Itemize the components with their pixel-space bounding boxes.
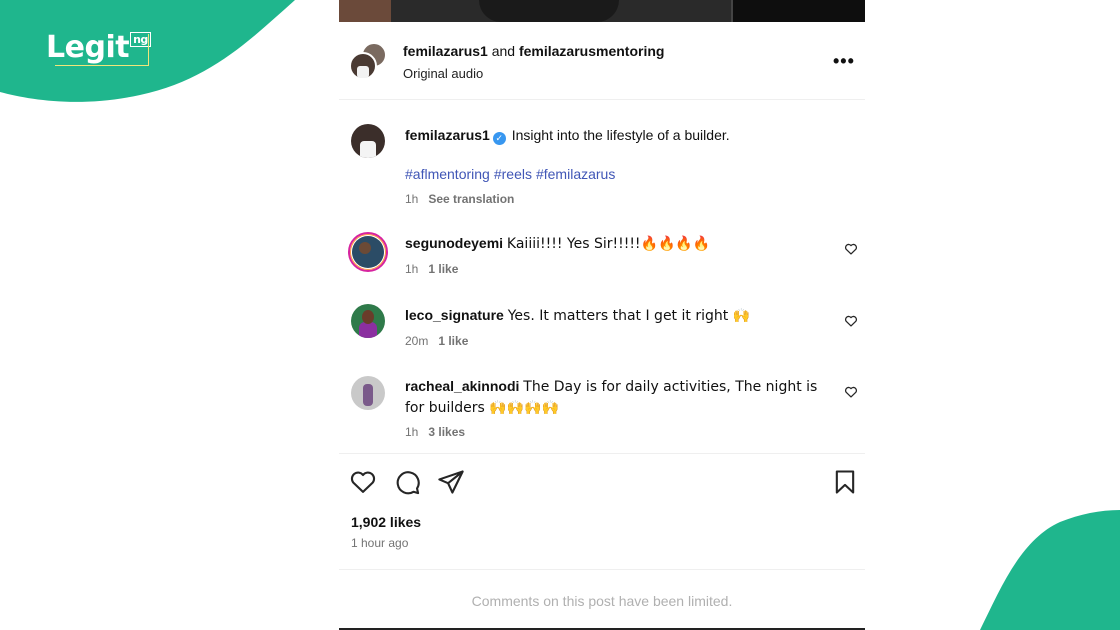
author-link-2[interactable]: femilazarusmentoring <box>519 43 664 59</box>
comment-likes[interactable]: 1 like <box>438 334 468 348</box>
like-heart-icon[interactable] <box>349 468 377 496</box>
verified-badge-icon: ✓ <box>492 132 506 145</box>
caption: femilazarus1 ✓ Insight into the lifestyle… <box>405 127 730 145</box>
comment: racheal_akinnodi The Day is for daily ac… <box>405 376 825 418</box>
hashtag-link[interactable]: #aflmentoring <box>405 166 490 182</box>
comment-meta: 1h 1 like <box>405 262 468 276</box>
post-authors: femilazarus1 and femilazarusmentoring <box>403 43 664 59</box>
comment-time: 1h <box>405 262 419 276</box>
hashtags: #aflmentoring #reels #femilazarus <box>405 166 619 182</box>
post-header: femilazarus1 and femilazarusmentoring Or… <box>339 22 865 100</box>
hashtag-link[interactable]: #reels <box>494 166 532 182</box>
bookmark-save-icon[interactable] <box>831 468 859 496</box>
comment-username[interactable]: leco_signature <box>405 307 504 323</box>
post-timestamp: 1 hour ago <box>351 536 409 550</box>
caption-username[interactable]: femilazarus1 <box>405 127 490 143</box>
divider <box>339 453 865 454</box>
caption-time: 1h <box>405 192 419 206</box>
comment-like-heart-icon[interactable] <box>844 314 858 328</box>
comment-like-heart-icon[interactable] <box>844 385 858 399</box>
comment-likes[interactable]: 1 like <box>428 262 458 276</box>
caption-avatar[interactable] <box>351 124 385 158</box>
comments-limited-notice: Comments on this post have been limited. <box>471 593 733 609</box>
comment-username[interactable]: segunodeyemi <box>405 235 503 251</box>
comment-meta: 1h 3 likes <box>405 425 475 439</box>
brand-shape-bottom-right <box>980 510 1120 630</box>
comment-likes[interactable]: 3 likes <box>428 425 465 439</box>
comment-meta: 20m 1 like <box>405 334 478 348</box>
instagram-post-panel: femilazarus1 and femilazarusmentoring Or… <box>339 0 865 630</box>
comment-bubble-icon[interactable] <box>393 468 421 496</box>
comment-avatar[interactable] <box>351 376 385 410</box>
see-translation-link[interactable]: See translation <box>428 192 514 206</box>
video-preview-strip <box>339 0 865 22</box>
comment-avatar[interactable] <box>348 232 388 272</box>
comment-time: 20m <box>405 334 429 348</box>
comment-time: 1h <box>405 425 419 439</box>
comment-username[interactable]: racheal_akinnodi <box>405 378 519 394</box>
divider <box>339 569 865 570</box>
more-options-icon[interactable]: ••• <box>833 51 855 72</box>
caption-text: Insight into the lifestyle of a builder. <box>511 127 730 143</box>
caption-meta: 1h See translation <box>405 192 524 206</box>
comment-avatar[interactable] <box>351 304 385 338</box>
logo-frame <box>55 34 149 66</box>
comment: leco_signature Yes. It matters that I ge… <box>405 305 835 326</box>
hashtag-link[interactable]: #femilazarus <box>536 166 615 182</box>
comment-text: Yes. It matters that I get it right 🙌 <box>507 308 751 324</box>
audio-link[interactable]: Original audio <box>403 66 483 81</box>
authors-joiner: and <box>491 43 516 59</box>
comment-like-heart-icon[interactable] <box>844 242 858 256</box>
comment-text: Kaiiii!!!! Yes Sir!!!!!🔥🔥🔥🔥 <box>506 236 711 252</box>
likes-count[interactable]: 1,902 likes <box>351 514 421 530</box>
share-send-icon[interactable] <box>437 468 465 496</box>
comment: segunodeyemi Kaiiii!!!! Yes Sir!!!!!🔥🔥🔥🔥 <box>405 233 835 254</box>
author-link-1[interactable]: femilazarus1 <box>403 43 488 59</box>
collab-avatars[interactable] <box>349 42 387 80</box>
